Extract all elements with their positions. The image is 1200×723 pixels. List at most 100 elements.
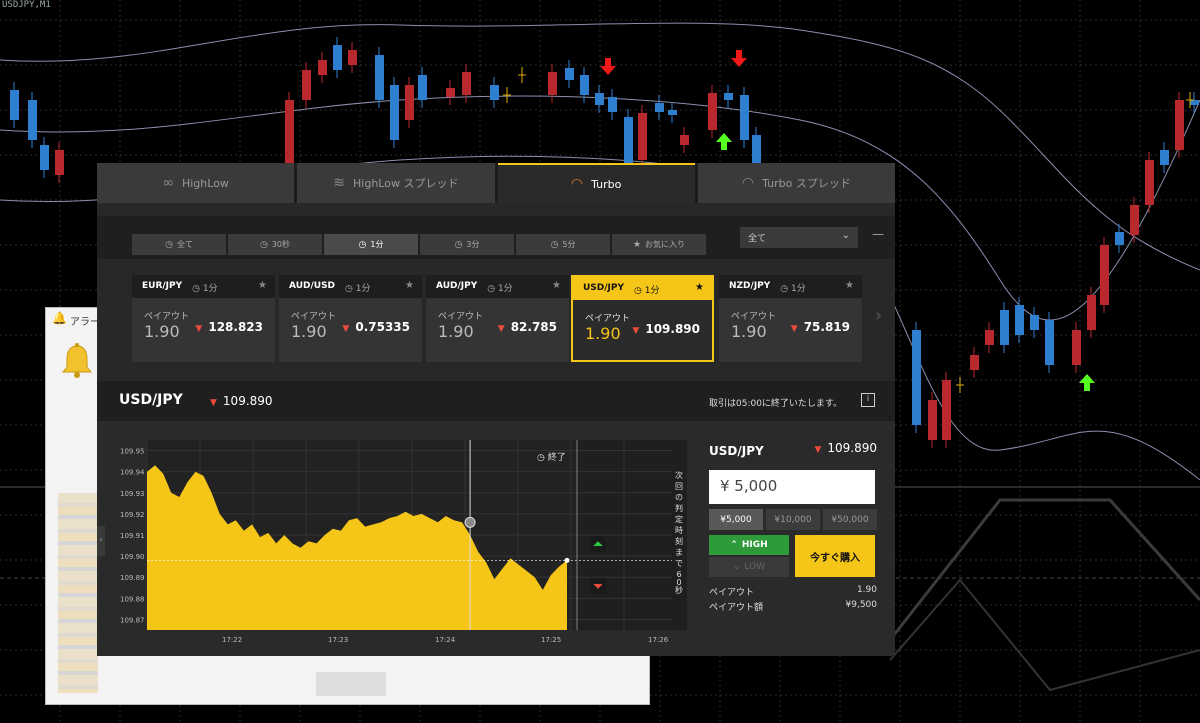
clock-icon: ◷ [345, 284, 353, 294]
filter-favorites[interactable]: ★ お気に入り [612, 234, 706, 255]
countdown-char: 刻 [675, 536, 683, 546]
clock-icon: ◷ [165, 239, 173, 250]
star-icon[interactable]: ★ [405, 280, 414, 291]
book-icon[interactable]: i [861, 393, 875, 407]
asset-card-usdjpy[interactable]: USD/JPY ◷ 1分 ★ ペイアウト 1.90 ▼ 109.890 [571, 275, 714, 362]
asset-card-audusd[interactable]: AUD/USD ◷ 1分 ★ ペイアウト 1.90 ▼ 0.75335 [279, 275, 422, 362]
candle [740, 95, 749, 140]
selected-pair: USD/JPY [119, 392, 183, 408]
x-tick-label: 17:24 [435, 636, 456, 644]
speedometer-icon: ◠ [570, 176, 584, 192]
candle [390, 85, 399, 140]
high-button[interactable]: ⌃ HIGH [709, 535, 789, 555]
filter-all[interactable]: ◷ 全て [132, 234, 226, 255]
candle [1030, 315, 1039, 330]
down-arrow-icon: ▼ [195, 324, 203, 334]
filter-5m[interactable]: ◷ 5分 [516, 234, 610, 255]
green-up-arrow-icon [716, 133, 732, 150]
candle [942, 380, 951, 440]
candle [1115, 232, 1124, 245]
candle [668, 110, 677, 115]
indicator-line [888, 498, 1200, 641]
asset-pair: NZD/JPY [729, 281, 771, 291]
asset-price: 109.890 [645, 322, 700, 336]
collapse-left-button[interactable]: ‹ [97, 526, 105, 556]
candle [1175, 100, 1184, 150]
clock-icon: ◷ [550, 239, 559, 250]
star-icon[interactable]: ★ [695, 282, 704, 293]
star-icon[interactable]: ★ [258, 280, 267, 291]
payout-amount-value: ¥9,500 [845, 600, 878, 610]
tab-turbo-spread[interactable]: ◠ Turbo スプレッド [697, 163, 895, 203]
candle [348, 50, 357, 65]
tab-turbo[interactable]: ◠ Turbo [497, 163, 695, 203]
asset-category-select[interactable]: 全て ⌄ [740, 227, 858, 248]
candle [724, 93, 733, 100]
asset-card-eurjpy[interactable]: EUR/JPY ◷ 1分 ★ ペイアウト 1.90 ▼ 128.823 [132, 275, 275, 362]
asset-pair: AUD/USD [289, 281, 336, 291]
minimize-button[interactable]: — [872, 227, 884, 241]
star-icon[interactable]: ★ [845, 280, 854, 291]
trading-close-notice: 取引は05:00に終了いたします。 [709, 399, 843, 409]
preset-10000-button[interactable]: ¥10,000 [766, 509, 820, 530]
candle [302, 70, 311, 100]
candle [565, 68, 574, 80]
tab-highlow[interactable]: ∞ HighLow [97, 163, 295, 203]
clock-icon: ◷ [358, 239, 367, 250]
down-arrow-icon: ▼ [814, 445, 822, 455]
tab-highlow-spread[interactable]: ≋ HighLow スプレッド [297, 163, 495, 203]
price-chart-area: ‹ 109.95 109.94 109.93 109.92 109.91 109.90 10… [97, 421, 895, 656]
asset-pair: EUR/JPY [142, 281, 183, 291]
clock-icon: ◷ [634, 286, 642, 296]
filter-30s[interactable]: ◷ 30秒 [228, 234, 322, 255]
bell-large-icon [61, 343, 93, 378]
payout-label: ペイアウト [731, 312, 777, 322]
candle [752, 135, 761, 165]
candle [10, 90, 19, 120]
preset-5000-button[interactable]: ¥5,000 [709, 509, 763, 530]
asset-price: 128.823 [208, 320, 263, 334]
down-arrow-icon: ▼ [632, 326, 640, 336]
asset-card-audjpy[interactable]: AUD/JPY ◷ 1分 ★ ペイアウト 1.90 ▼ 82.785 [426, 275, 569, 362]
clock-icon: ◷ [780, 284, 789, 294]
asset-card-nzdjpy[interactable]: NZD/JPY ◷ 1分 ★ ペイアウト 1.90 ▼ 75.819 [719, 275, 862, 362]
preset-50000-button[interactable]: ¥50,000 [823, 509, 877, 530]
payout-value: 1.90 [291, 322, 327, 341]
highlow-icon: ∞ [162, 175, 174, 191]
candle [595, 93, 604, 105]
asset-price: 0.75335 [355, 320, 410, 334]
order-pair: USD/JPY [709, 444, 764, 458]
asset-duration: 1分 [202, 284, 218, 294]
candle [318, 60, 327, 75]
filter-1m[interactable]: ◷ 1分 [324, 234, 418, 255]
chevron-down-icon: ⌄ [841, 230, 850, 241]
candle [405, 85, 414, 120]
asset-pair: AUD/JPY [436, 281, 478, 291]
asset-duration: 1分 [355, 284, 371, 294]
red-down-arrow-icon [731, 50, 747, 67]
selected-pair-price: 109.890 [222, 394, 273, 408]
asset-cards: EUR/JPY ◷ 1分 ★ ペイアウト 1.90 ▼ 128.823 AUD/U… [97, 259, 895, 375]
candle [680, 135, 689, 145]
candle [462, 72, 471, 95]
candle [1087, 295, 1096, 330]
low-button[interactable]: ⌄ LOW [709, 557, 789, 577]
price-chart: 109.95 109.94 109.93 109.92 109.91 109.90 109.… [120, 440, 687, 644]
current-price-dot [564, 557, 570, 563]
chevron-right-icon[interactable]: › [875, 305, 882, 326]
candle [1160, 150, 1169, 165]
star-icon: ★ [632, 239, 642, 250]
countdown-char: ま [675, 548, 683, 557]
chart-symbol-label: USDJPY,M1 [2, 0, 51, 10]
investment-amount-input[interactable]: ¥ 5,000 [709, 470, 875, 504]
buy-now-button[interactable]: 今すぐ購入 [795, 535, 875, 577]
candle [55, 150, 64, 175]
x-tick-label: 17:26 [648, 636, 669, 644]
candle [40, 145, 49, 170]
blurred-button [316, 672, 386, 696]
star-icon[interactable]: ★ [552, 280, 561, 291]
candle [928, 400, 937, 440]
filter-3m[interactable]: ◷ 3分 [420, 234, 514, 255]
countdown-char: 時 [675, 526, 683, 535]
asset-duration: 1分 [644, 286, 660, 296]
